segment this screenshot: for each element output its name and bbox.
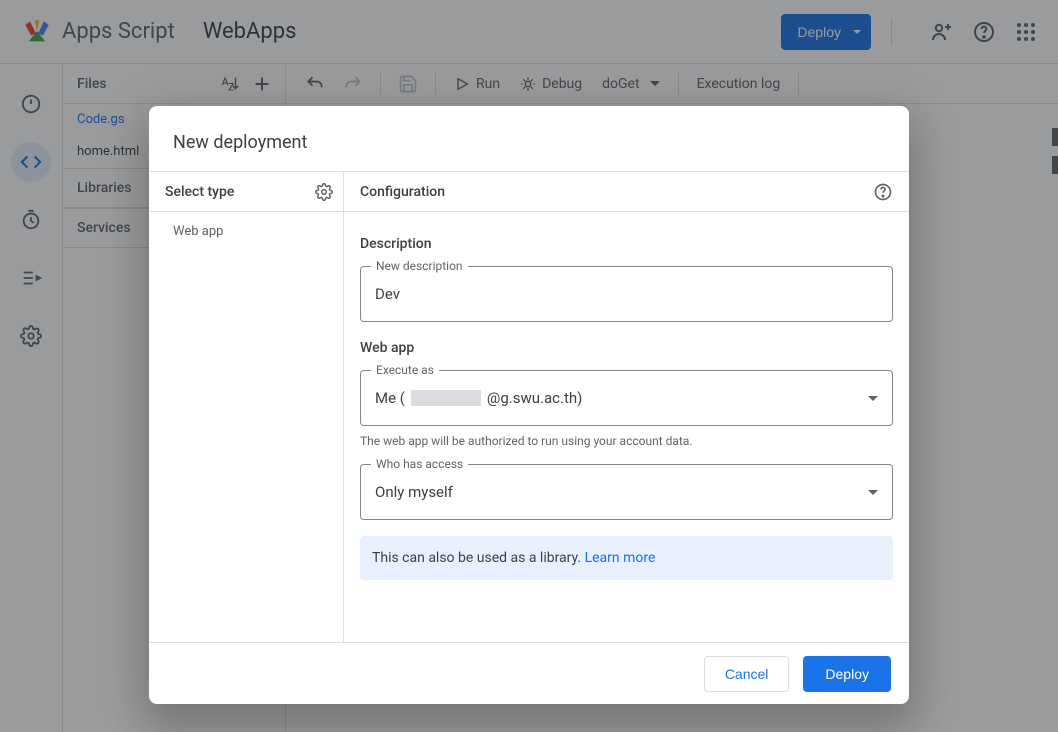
- webapp-section-label: Web app: [360, 340, 893, 356]
- access-select[interactable]: Who has access Only myself: [360, 464, 893, 520]
- caret-down-icon: [868, 490, 878, 495]
- execute-as-helper: The web app will be authorized to run us…: [360, 434, 893, 448]
- execute-as-select[interactable]: Execute as Me (@g.swu.ac.th): [360, 370, 893, 426]
- select-type-header: Select type: [149, 172, 343, 212]
- redacted-email: [411, 390, 481, 406]
- learn-more-link[interactable]: Learn more: [585, 550, 656, 566]
- execute-as-value: Me (@g.swu.ac.th): [375, 389, 582, 407]
- cancel-button[interactable]: Cancel: [704, 656, 790, 692]
- deploy-confirm-button[interactable]: Deploy: [803, 656, 891, 692]
- description-section-label: Description: [360, 236, 893, 252]
- dialog-title: New deployment: [149, 106, 909, 172]
- select-type-label: Select type: [165, 184, 234, 200]
- info-text: This can also be used as a library.: [372, 550, 585, 566]
- caret-down-icon: [868, 396, 878, 401]
- library-info-bar: This can also be used as a library. Lear…: [360, 536, 893, 580]
- dialog-right-panel: Configuration Description New descriptio…: [344, 172, 909, 642]
- description-input[interactable]: [375, 285, 878, 303]
- configuration-label: Configuration: [360, 184, 445, 200]
- description-float-label: New description: [371, 259, 468, 273]
- help-icon[interactable]: [873, 182, 893, 202]
- execute-as-float-label: Execute as: [371, 363, 439, 377]
- deployment-type-webapp[interactable]: Web app: [149, 212, 343, 251]
- gear-icon[interactable]: [315, 183, 333, 201]
- dialog-left-panel: Select type Web app: [149, 172, 344, 642]
- configuration-header: Configuration: [344, 172, 909, 212]
- new-deployment-dialog: New deployment Select type Web app Confi…: [149, 106, 909, 704]
- access-value: Only myself: [375, 483, 453, 501]
- access-float-label: Who has access: [371, 457, 468, 471]
- description-field[interactable]: New description: [360, 266, 893, 322]
- dialog-footer: Cancel Deploy: [149, 642, 909, 704]
